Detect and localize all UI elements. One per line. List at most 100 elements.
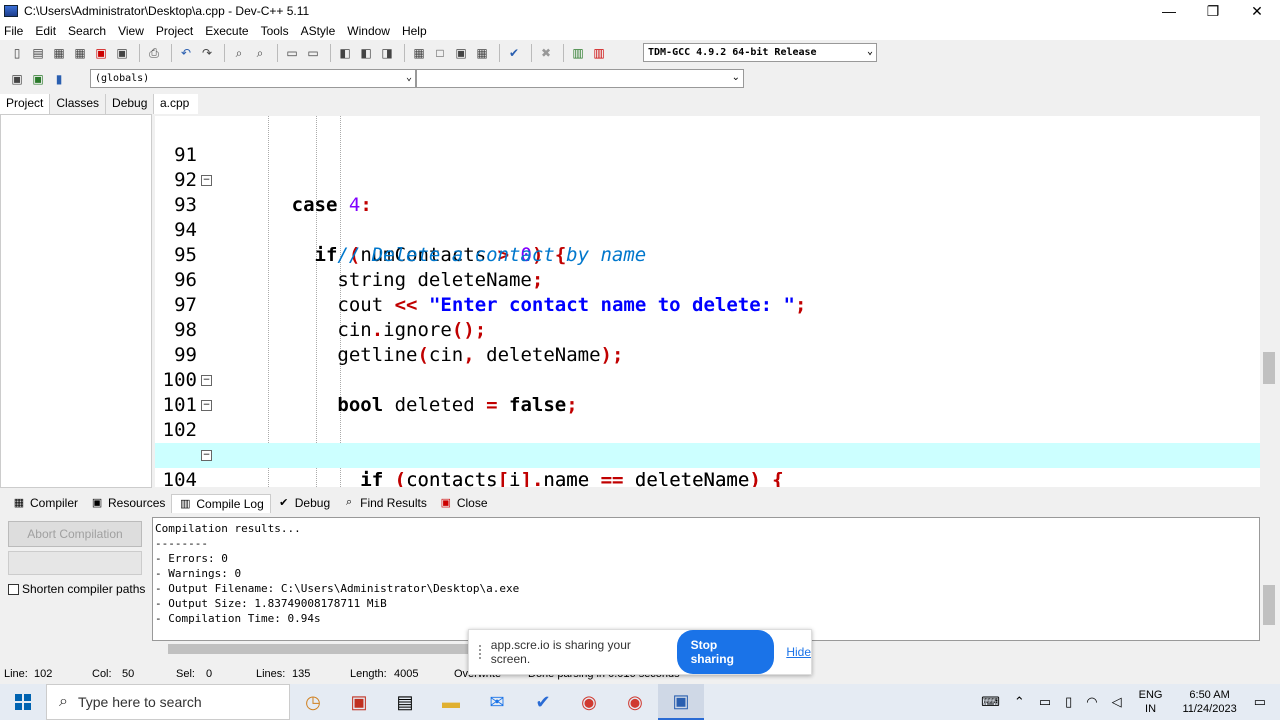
code-line: 95 string deleteName; [155,218,1260,291]
profile-delete-icon[interactable]: ▥ [590,44,608,62]
menu-help[interactable]: Help [402,24,427,38]
goto-bookmark-icon[interactable]: ▮ [50,70,68,88]
menu-astyle[interactable]: AStyle [301,24,336,38]
menu-window[interactable]: Window [347,24,390,38]
compile-run-icon[interactable]: ▣ [452,44,470,62]
save-all-icon[interactable]: ▦ [71,44,89,62]
menu-search[interactable]: Search [68,24,106,38]
battery-icon[interactable]: ▭ [1039,694,1051,710]
compile-log-output[interactable]: Compilation results... -------- - Errors… [152,517,1260,641]
devcpp-taskbar-icon[interactable]: ▣ [658,684,704,720]
minimize-button[interactable]: — [1146,0,1192,22]
tab-debug-bottom[interactable]: ✔ Debug [271,494,336,512]
undo-icon[interactable]: ↶ [177,44,195,62]
toolbar-divider [499,44,500,62]
status-length-label: Length: [350,668,387,680]
find-icon[interactable]: ⌕ [230,44,248,62]
run-icon[interactable]: □ [431,44,449,62]
menu-execute[interactable]: Execute [205,24,248,38]
project-browser[interactable] [0,114,152,488]
window-title: C:\Users\Administrator\Desktop\a.cpp - D… [24,4,310,18]
language-code: ENG [1138,689,1163,701]
log-vertical-scrollbar[interactable] [1260,517,1278,641]
toggle-comment-icon[interactable]: ◨ [378,44,396,62]
mail-icon[interactable]: ✉ [474,684,520,720]
compiler-select[interactable]: TDM-GCC 4.9.2 64-bit Release ⌄ [643,43,877,62]
close-window-button[interactable]: ✕ [1234,0,1280,22]
log-line: - Errors: 0 [155,552,228,565]
tab-resources[interactable]: ▣ Resources [84,494,171,512]
function-select[interactable]: ⌄ [416,69,744,88]
scope-select[interactable]: (globals) ⌄ [90,69,416,88]
maximize-button[interactable]: ❐ [1190,0,1236,22]
code-editor[interactable]: 91 92 case 4: 93 − if (numContacts > 0) … [155,116,1260,487]
close-file-icon[interactable]: ▣ [92,44,110,62]
open-file-icon[interactable]: ▤ [29,44,47,62]
tab-project[interactable]: Project [0,94,51,114]
drag-handle-icon[interactable] [479,645,485,659]
todo-check-icon[interactable]: ✔ [520,684,566,720]
scrollbar-thumb[interactable] [1263,352,1275,384]
rebuild-icon[interactable]: ▦ [473,44,491,62]
goto-function-icon[interactable]: ▭ [304,44,322,62]
unindent-icon[interactable]: ◧ [357,44,375,62]
tab-compiler[interactable]: ▦ Compiler [6,494,84,512]
hide-link[interactable]: Hide [786,645,811,659]
taskbar-clock[interactable]: 6:50 AM 11/24/2023 [1182,688,1236,716]
indent-icon[interactable]: ◧ [336,44,354,62]
tab-find-results[interactable]: ⌕ Find Results [336,494,433,512]
scrollbar-thumb[interactable] [1263,585,1275,625]
tab-debug[interactable]: Debug [106,94,155,114]
menu-project[interactable]: Project [156,24,193,38]
keyboard-icon[interactable]: ⌨ [981,694,1000,710]
new-file-icon[interactable]: ▯ [8,44,26,62]
editor-tab-a-cpp[interactable]: a.cpp [154,94,198,114]
start-button[interactable] [0,684,46,720]
profile-chart-icon[interactable]: ▥ [569,44,587,62]
gift-app-icon[interactable]: ▣ [336,684,382,720]
close-panel-icon: ▣ [440,497,452,509]
fold-toggle-icon[interactable]: − [201,400,212,411]
tab-classes[interactable]: Classes [50,94,107,114]
notifications-icon[interactable]: ▭ [1254,694,1266,710]
task-view-icon[interactable]: ▤ [382,684,428,720]
fold-toggle-icon[interactable]: − [201,175,212,186]
wifi-icon[interactable]: ◠ [1086,694,1097,710]
tab-close[interactable]: ▣ Close [433,494,494,512]
shorten-paths-label: Shorten compiler paths [22,582,146,596]
menu-file[interactable]: File [4,24,23,38]
close-all-icon[interactable]: ▣ [113,44,131,62]
speaker-icon[interactable]: ◁ [1112,694,1122,710]
chrome-icon[interactable]: ◉ [566,684,612,720]
redo-icon[interactable]: ↷ [198,44,216,62]
tab-compile-log[interactable]: ▥ Compile Log [171,493,271,513]
file-explorer-icon[interactable]: ▬ [428,684,474,720]
menu-tools[interactable]: Tools [261,24,289,38]
taskbar-search[interactable]: ⌕ Type here to search [46,684,290,720]
goto-line-icon[interactable]: ▭ [283,44,301,62]
stop-execution-icon[interactable]: ✖ [537,44,555,62]
abort-compilation-button[interactable]: Abort Compilation [8,521,142,547]
shorten-paths-checkbox[interactable] [8,583,19,595]
menu-view[interactable]: View [118,24,144,38]
chevron-up-icon[interactable]: ⌃ [1014,694,1025,710]
toggle-bookmark-icon[interactable]: ▣ [29,70,47,88]
chrome-profile-icon[interactable]: ◉ [612,684,658,720]
clock-app-icon[interactable]: ◷ [290,684,336,720]
stop-sharing-button[interactable]: Stop sharing [676,630,775,674]
compile-icon[interactable]: ▦ [410,44,428,62]
main-toolbar: ▯ ▤ ▦ ▦ ▣ ▣ ⎙ ↶ ↷ ⌕ ⌕ ▭ ▭ ◧ ◧ ◨ ▦ □ ▣ ▦ … [0,40,1280,66]
language-indicator[interactable]: ENG IN [1139,688,1163,716]
network-icon[interactable]: ▯ [1065,694,1072,710]
shorten-paths-option[interactable]: Shorten compiler paths [8,582,145,596]
chevron-down-icon: ⌄ [731,72,740,83]
fold-toggle-icon[interactable]: − [201,450,212,461]
editor-vertical-scrollbar[interactable] [1260,116,1278,487]
menu-edit[interactable]: Edit [35,24,56,38]
replace-icon[interactable]: ⌕ [251,44,269,62]
save-icon[interactable]: ▦ [50,44,68,62]
insert-icon[interactable]: ▣ [8,70,26,88]
fold-toggle-icon[interactable]: − [201,375,212,386]
print-icon[interactable]: ⎙ [145,44,163,62]
syntax-check-icon[interactable]: ✔ [505,44,523,62]
